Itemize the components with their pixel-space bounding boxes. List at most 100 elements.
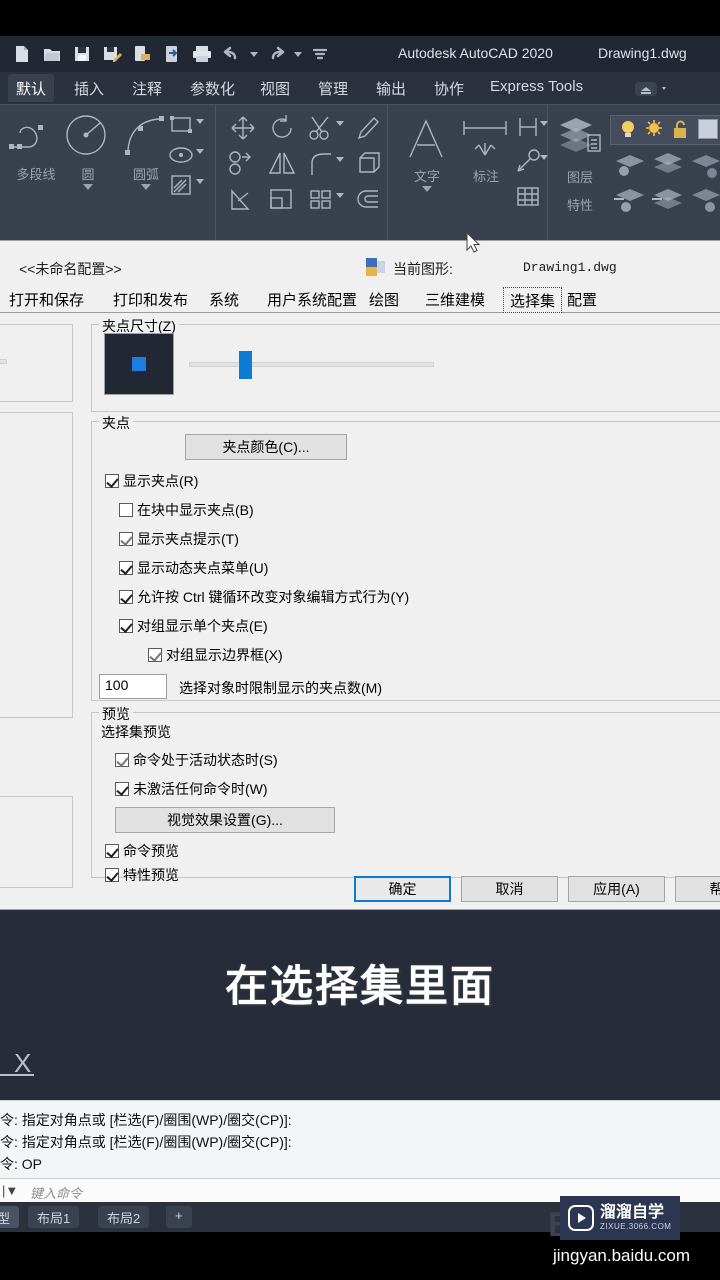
move-icon[interactable] [226, 113, 260, 148]
ellipse-tool[interactable] [166, 141, 196, 174]
layer-thaw-icon[interactable] [650, 187, 686, 222]
dimension-dropdown-icon[interactable] [540, 121, 548, 126]
ribbon-tab-default[interactable]: 默认 [8, 74, 55, 102]
ribbon-tab-insert[interactable]: 插入 [66, 74, 112, 102]
apply-button[interactable]: 应用(A) [568, 876, 665, 902]
trim-icon[interactable] [306, 113, 336, 148]
checkbox[interactable] [119, 619, 133, 633]
options-tab-user-preferences[interactable]: 用户系统配置 [261, 287, 363, 313]
circle-tool[interactable]: 圆 [60, 111, 116, 190]
options-tab-3d-modeling[interactable]: 三维建模 [419, 287, 491, 313]
fillet-icon[interactable] [306, 149, 336, 182]
grip-size-slider-track[interactable] [189, 362, 434, 367]
grip-option-bounding-box-groups[interactable]: 对组显示边界框(X) [148, 645, 283, 665]
grip-option-single-grip-groups[interactable]: 对组显示单个夹点(E) [119, 616, 268, 636]
checkbox[interactable] [119, 561, 133, 575]
visual-effect-settings-button[interactable]: 视觉效果设置(G)... [115, 807, 335, 833]
plot-preview-icon[interactable] [158, 39, 186, 69]
rectangle-dropdown-icon[interactable] [196, 119, 204, 124]
grip-option-show-grip-tips[interactable]: 显示夹点提示(T) [119, 529, 239, 549]
erase-icon[interactable] [354, 113, 384, 148]
grip-size-slider-thumb[interactable] [239, 351, 252, 379]
undo-icon[interactable] [218, 39, 246, 69]
layout-tab-add[interactable]: + [166, 1206, 192, 1228]
grip-option-dynamic-grip-menu[interactable]: 显示动态夹点菜单(U) [119, 558, 268, 578]
customize-qat-icon[interactable] [306, 39, 334, 69]
stretch-icon[interactable] [226, 185, 258, 218]
ribbon-tab-view[interactable]: 视图 [252, 74, 298, 102]
grip-option-show-grips[interactable]: 显示夹点(R) [105, 471, 198, 491]
options-tab-profiles[interactable]: 配置 [561, 287, 603, 313]
offset-icon[interactable] [354, 185, 384, 218]
save-as-icon[interactable] [98, 39, 126, 69]
circle-dropdown-icon[interactable] [83, 184, 93, 190]
command-input[interactable]: 键入命令 [30, 1183, 82, 1202]
hatch-tool[interactable] [166, 171, 196, 204]
options-tab-open-save[interactable]: 打开和保存 [3, 287, 90, 313]
polyline-tool[interactable]: 多段线 [6, 113, 66, 183]
layer-color-swatch[interactable] [698, 119, 718, 139]
checkbox[interactable] [115, 753, 129, 767]
grip-option-ctrl-cycling[interactable]: 允许按 Ctrl 键循环改变对象编辑方式行为(Y) [119, 587, 409, 607]
layout-tab-layout1[interactable]: 布局1 [28, 1206, 80, 1228]
layer-freeze-icon[interactable] [644, 119, 664, 146]
command-history-area[interactable]: 令: 指定对角点或 [栏选(F)/圈围(WP)/圈交(CP)]: 令: 指定对角… [0, 1100, 720, 1178]
layer-on-icon[interactable] [618, 119, 638, 146]
mirror-icon[interactable] [266, 149, 298, 182]
ribbon-tab-annotate[interactable]: 注释 [124, 74, 170, 102]
grip-option-show-grips-in-blocks[interactable]: 在块中显示夹点(B) [119, 500, 254, 520]
dimension-tool[interactable]: 标注 [458, 115, 514, 185]
trim-dropdown-icon[interactable] [336, 121, 344, 126]
save-icon[interactable] [68, 39, 96, 69]
preview-option-no-command-active[interactable]: 未激活任何命令时(W) [115, 779, 268, 799]
pickbox-size-slider-track[interactable] [0, 359, 7, 364]
command-prompt-dropdown-icon[interactable]: |▼ [2, 1183, 18, 1198]
checkbox[interactable] [148, 648, 162, 662]
scale-icon[interactable] [266, 185, 298, 218]
array-icon[interactable] [306, 185, 336, 218]
ribbon-tab-manage[interactable]: 管理 [310, 74, 356, 102]
layer-unisolate-icon[interactable] [688, 187, 720, 222]
redo-icon[interactable] [262, 39, 290, 69]
print-icon[interactable] [188, 39, 216, 69]
hatch-dropdown-icon[interactable] [196, 179, 204, 184]
arc-dropdown-icon[interactable] [141, 184, 151, 190]
cloud-sync-icon[interactable] [634, 80, 672, 98]
layer-turn-on-icon[interactable] [612, 187, 648, 222]
layout-tab-layout2[interactable]: 布局2 [98, 1206, 150, 1228]
grip-colors-button[interactable]: 夹点颜色(C)... [185, 434, 347, 460]
layer-lock-icon[interactable] [670, 119, 690, 146]
checkbox[interactable] [119, 532, 133, 546]
layout-tab-model[interactable]: 型 [0, 1206, 20, 1228]
checkbox[interactable] [115, 782, 129, 796]
checkbox[interactable] [119, 590, 133, 604]
copy-icon[interactable] [226, 149, 258, 182]
undo-dropdown-icon[interactable] [248, 39, 260, 69]
ribbon-tab-parametric[interactable]: 参数化 [182, 74, 243, 102]
ribbon-tab-express-tools[interactable]: Express Tools [482, 74, 591, 102]
leader-icon[interactable] [514, 147, 542, 180]
layer-off-icon[interactable] [688, 151, 720, 186]
options-tab-drafting[interactable]: 绘图 [363, 287, 405, 313]
options-tab-system[interactable]: 系统 [203, 287, 245, 313]
table-icon[interactable] [514, 183, 542, 216]
rotate-icon[interactable] [266, 113, 300, 148]
rectangle-tool[interactable] [166, 111, 196, 144]
grip-object-limit-input[interactable]: 100 [99, 674, 167, 699]
layer-properties-icon[interactable] [556, 113, 604, 166]
open-folder-icon[interactable] [38, 39, 66, 69]
layer-freeze-tool-icon[interactable] [650, 151, 686, 186]
options-tab-selection[interactable]: 选择集 [503, 287, 563, 313]
dim-style-icon[interactable] [514, 113, 542, 146]
cancel-button[interactable]: 取消 [461, 876, 558, 902]
checkbox[interactable] [119, 503, 133, 517]
ellipse-dropdown-icon[interactable] [196, 149, 204, 154]
text-dropdown-icon[interactable] [422, 186, 432, 192]
layer-isolate-icon[interactable] [612, 151, 648, 186]
checkbox[interactable] [105, 844, 119, 858]
checkbox[interactable] [105, 474, 119, 488]
export-icon[interactable] [128, 39, 156, 69]
text-tool[interactable]: 文字 [398, 115, 456, 192]
3d-array-icon[interactable] [354, 149, 384, 182]
fillet-dropdown-icon[interactable] [336, 157, 344, 162]
